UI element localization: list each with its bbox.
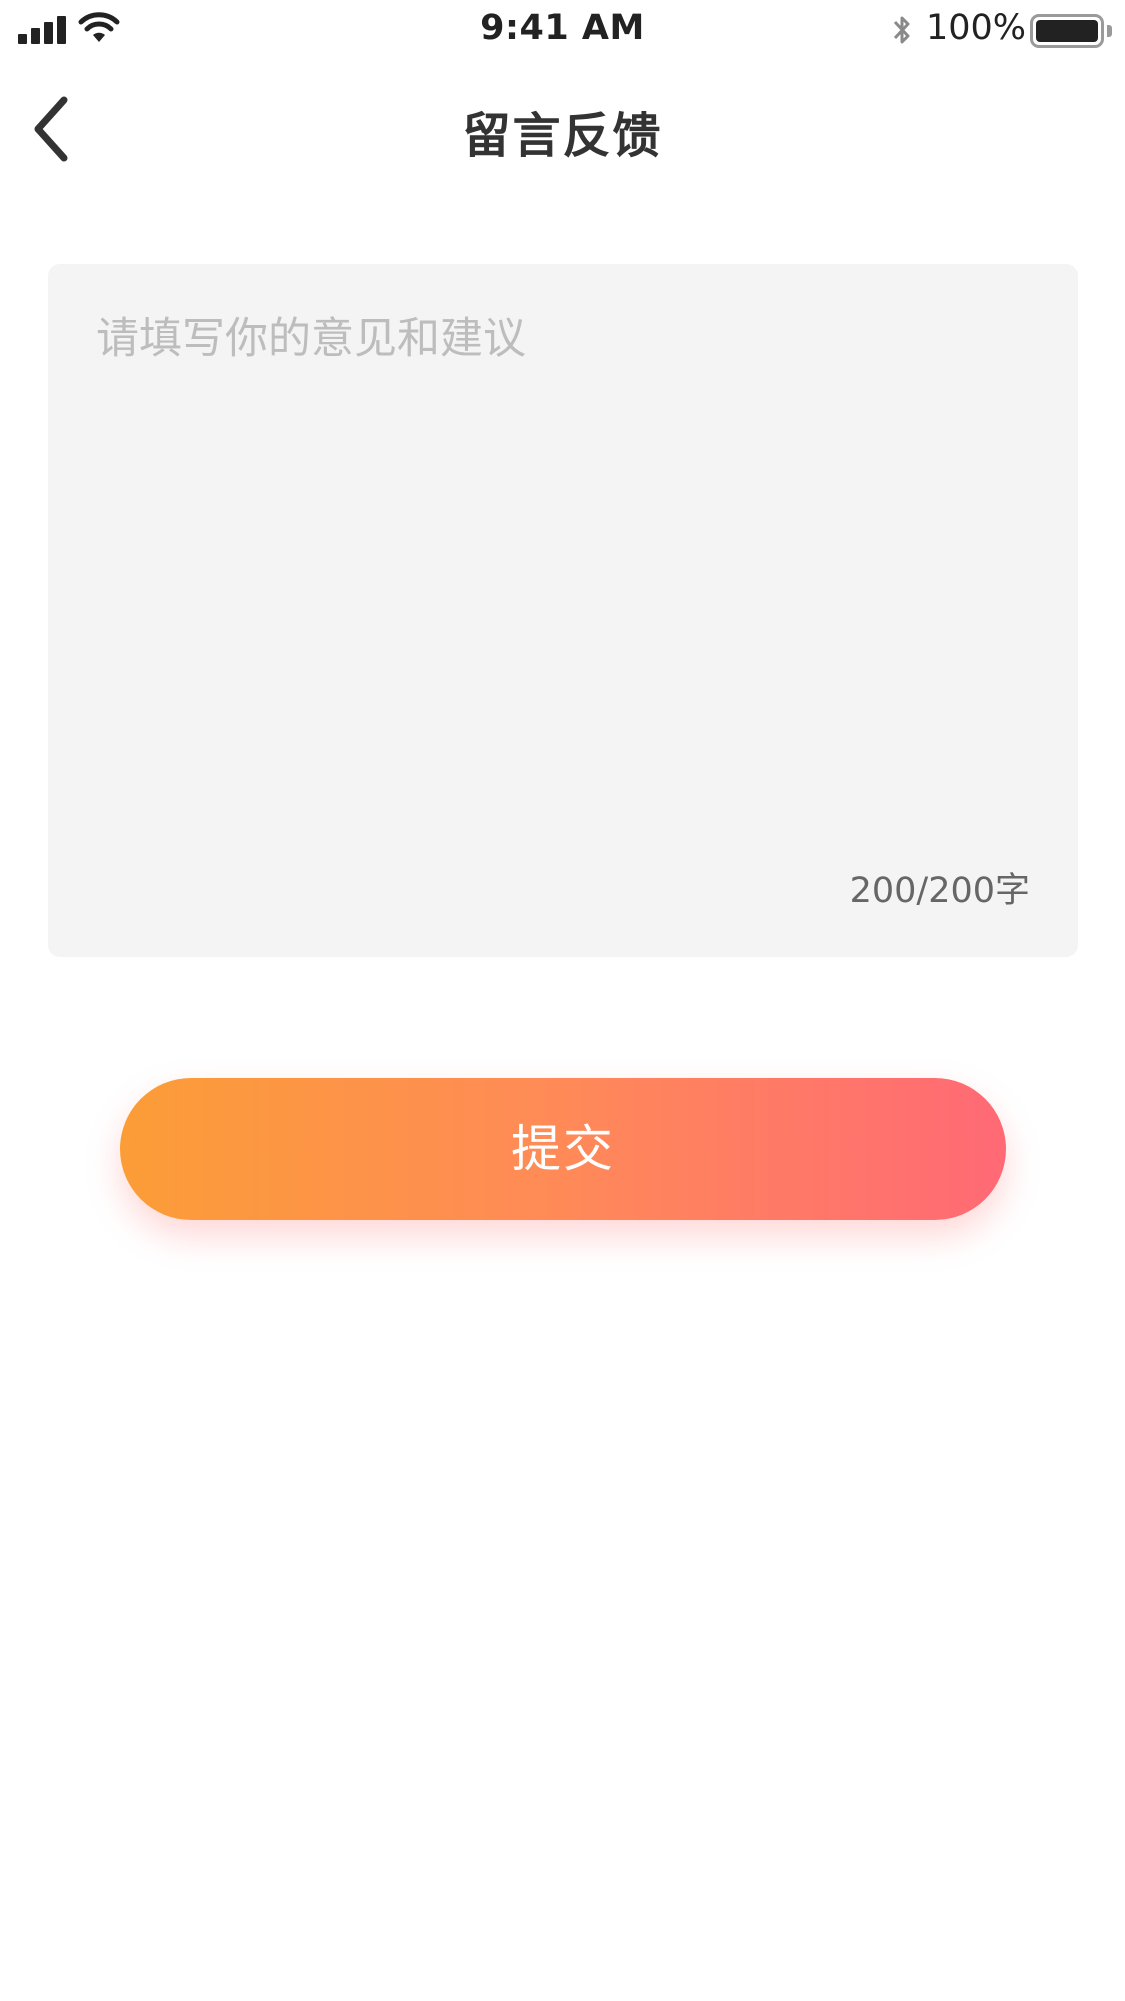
bluetooth-icon bbox=[893, 16, 910, 44]
battery-percentage: 100% bbox=[926, 8, 1027, 48]
battery-icon bbox=[1030, 14, 1104, 48]
submit-button[interactable]: 提交 bbox=[120, 1078, 1006, 1220]
status-bar: 9:41 AM 100% bbox=[0, 0, 1125, 60]
battery-tip bbox=[1107, 25, 1112, 37]
character-counter: 200/200字 bbox=[849, 871, 1030, 911]
navigation-bar: 留言反馈 bbox=[0, 60, 1125, 190]
feedback-box: 200/200字 bbox=[48, 264, 1078, 957]
page-title: 留言反馈 bbox=[462, 108, 663, 164]
feedback-input[interactable] bbox=[96, 304, 1030, 824]
battery-fill bbox=[1036, 20, 1098, 42]
